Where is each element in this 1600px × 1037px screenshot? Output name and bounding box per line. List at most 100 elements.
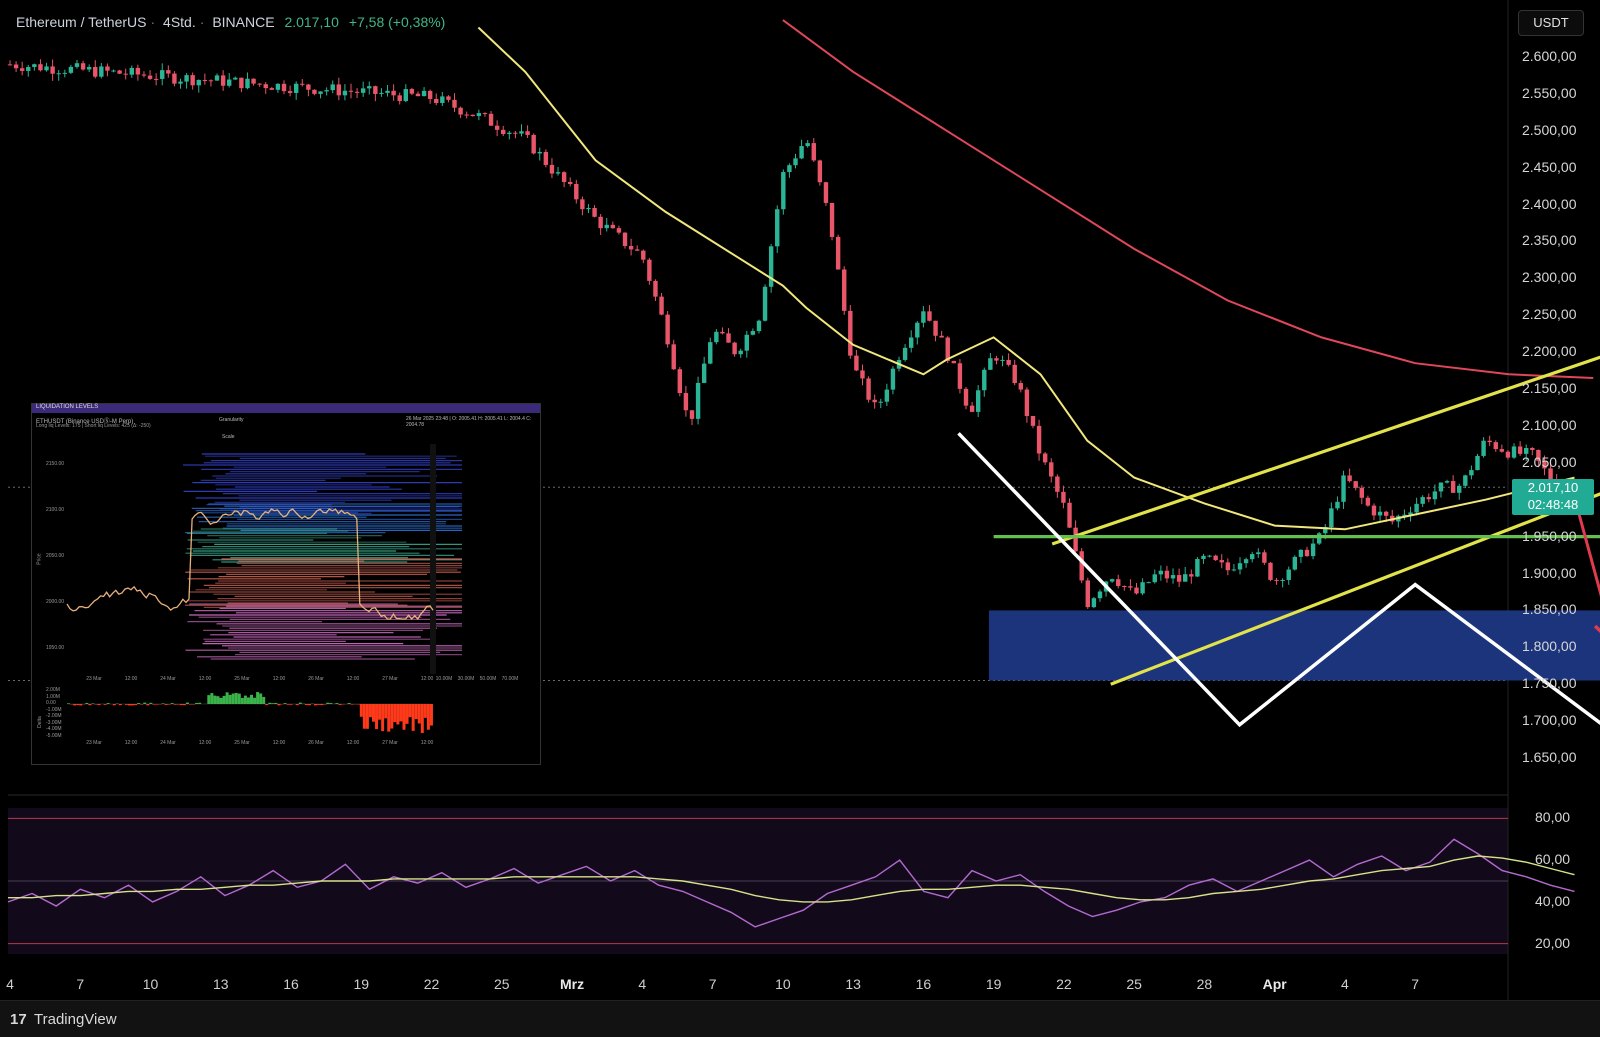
candle-body xyxy=(970,406,974,412)
candle-body xyxy=(142,75,146,76)
inset-delta-bar xyxy=(271,703,274,704)
candle-body xyxy=(1427,497,1431,499)
candle-body xyxy=(1006,360,1010,365)
candle-body xyxy=(562,172,566,182)
candle-body xyxy=(264,84,268,88)
inset-delta-xtick: 12:00 xyxy=(347,740,360,746)
candle-body xyxy=(1098,592,1102,599)
inset-delta-axis-title: Delta xyxy=(37,716,43,728)
inset-hist-tick: 10.00M xyxy=(436,676,453,682)
candle-body xyxy=(769,246,773,286)
candle-body xyxy=(434,99,438,103)
price-axis-tick: 2.250,00 xyxy=(1522,306,1577,322)
candle-body xyxy=(879,402,883,403)
candle-body xyxy=(1128,586,1132,587)
candle-body xyxy=(1329,508,1333,527)
candle-body xyxy=(391,91,395,96)
time-axis-tick: 25 xyxy=(1126,976,1142,992)
candle-body xyxy=(343,91,347,96)
candle-body xyxy=(921,311,925,322)
candle-body xyxy=(190,75,194,85)
time-axis-tick: 25 xyxy=(494,976,510,992)
candle-body xyxy=(745,335,749,351)
candle-body xyxy=(544,152,548,165)
inset-xtick: 23 Mar xyxy=(86,676,102,682)
inset-delta-bar xyxy=(308,704,311,705)
candle-body xyxy=(1134,588,1138,594)
candle-body xyxy=(87,67,91,70)
candle-body xyxy=(44,66,48,70)
candle-body xyxy=(1189,574,1193,576)
tradingview-logo-icon[interactable]: 17 xyxy=(10,1011,27,1028)
time-axis-tick: 10 xyxy=(143,976,159,992)
footer-bar: 17 TradingView xyxy=(0,1000,1600,1037)
candle-body xyxy=(355,92,359,93)
candle-body xyxy=(57,73,61,74)
inset-delta-bar xyxy=(287,704,290,705)
inset-delta-bar xyxy=(430,704,433,726)
candle-body xyxy=(361,88,365,92)
candle-body xyxy=(1092,598,1096,607)
inset-heatmap xyxy=(32,404,540,764)
candle-body xyxy=(337,84,341,95)
inset-delta-bar xyxy=(335,703,338,704)
candle-body xyxy=(550,165,554,174)
demand-zone[interactable] xyxy=(989,610,1600,680)
candle-body xyxy=(1420,497,1424,504)
candle-body xyxy=(446,96,450,99)
inset-delta-bar xyxy=(192,704,195,705)
price-axis-tick: 2.600,00 xyxy=(1522,48,1577,64)
candle-body xyxy=(964,389,968,406)
candle-body xyxy=(233,78,237,80)
candle-body xyxy=(751,331,755,335)
inset-delta-bar xyxy=(284,703,287,704)
candle-body xyxy=(32,64,36,67)
candle-body xyxy=(586,208,590,209)
candle-body xyxy=(367,86,371,88)
inset-delta-bar xyxy=(351,704,354,705)
tradingview-brand[interactable]: TradingView xyxy=(34,1011,117,1028)
candle-body xyxy=(1226,562,1230,570)
symbol-name[interactable]: Ethereum / TetherUS xyxy=(16,14,146,30)
candle-body xyxy=(1086,580,1090,607)
inset-delta-bar xyxy=(317,704,320,705)
candle-body xyxy=(1518,446,1522,453)
candle-body xyxy=(635,249,639,250)
candle-body xyxy=(629,246,633,249)
candle-body xyxy=(379,93,383,94)
candle-body xyxy=(1274,580,1278,581)
candle-body xyxy=(1110,579,1114,581)
candle-body xyxy=(385,91,389,93)
interval-label[interactable]: 4Std. xyxy=(163,14,196,30)
inset-delta-bar xyxy=(186,703,189,704)
price-axis-tick: 2.550,00 xyxy=(1522,85,1577,101)
candle-body xyxy=(1207,556,1211,557)
candle-body xyxy=(1000,360,1004,361)
candle-body xyxy=(1244,559,1248,563)
candle-body xyxy=(1061,492,1065,503)
candle-body xyxy=(1025,390,1029,416)
candle-body xyxy=(519,131,523,133)
inset-delta-bar xyxy=(390,704,393,729)
candle-body xyxy=(891,369,895,390)
candle-body xyxy=(860,370,864,378)
inset-delta-bar xyxy=(329,703,332,704)
inset-delta-bar xyxy=(277,704,280,705)
candle-body xyxy=(1317,533,1321,543)
last-price-tag: 2.017,10 02:48:48 xyxy=(1512,479,1594,515)
inset-delta-bar xyxy=(305,704,308,705)
inset-delta-bar xyxy=(323,704,326,705)
candle-body xyxy=(1287,570,1291,580)
candle-body xyxy=(8,64,12,65)
inset-delta-bar xyxy=(79,704,82,705)
inset-delta-bar xyxy=(213,696,216,704)
candle-body xyxy=(136,68,140,75)
candle-body xyxy=(598,217,602,228)
rsi-axis-tick: 60,00 xyxy=(1535,851,1570,867)
inset-ytick: 2000.00 xyxy=(46,599,64,605)
currency-button[interactable]: USDT xyxy=(1518,10,1584,36)
candle-body xyxy=(994,358,998,360)
candle-body xyxy=(50,66,54,73)
price-axis-tick: 1.700,00 xyxy=(1522,712,1577,728)
candle-body xyxy=(93,67,97,77)
